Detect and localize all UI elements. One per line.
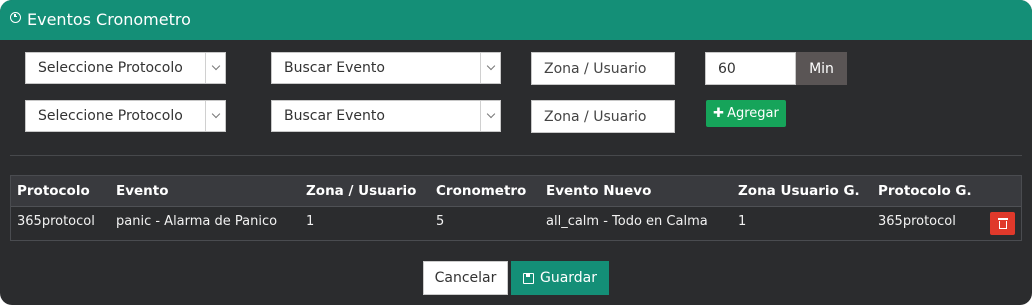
trash-icon [997, 218, 1008, 220]
event-select-1[interactable]: Buscar Evento [271, 52, 501, 84]
cancel-button[interactable]: Cancelar [423, 261, 508, 295]
cell-cronometro: 5 [436, 214, 445, 229]
divider [10, 155, 1022, 156]
chevron-down-icon[interactable] [205, 101, 225, 131]
cell-evento-nuevo: all_calm - Todo en Calma [546, 214, 708, 229]
zone-user-input-1-placeholder: Zona / Usuario [544, 60, 647, 77]
cancel-button-label: Cancelar [434, 270, 497, 286]
chevron-down-icon[interactable] [205, 53, 225, 83]
clock-icon [10, 11, 21, 23]
protocol-select-2-value: Seleccione Protocolo [38, 108, 183, 124]
column-header-protocolo-g: Protocolo G. [878, 183, 972, 199]
save-icon [522, 272, 534, 284]
cell-protocolo-g: 365protocol [878, 214, 956, 229]
add-button[interactable]: ✚ Agregar [706, 100, 786, 127]
minutes-input[interactable]: 60 [705, 52, 796, 85]
protocol-select-1[interactable]: Seleccione Protocolo [25, 52, 226, 84]
delete-row-button[interactable] [990, 212, 1015, 235]
cell-evento: panic - Alarma de Panico [116, 214, 278, 229]
save-button[interactable]: Guardar [511, 261, 609, 295]
modal-header: Eventos Cronometro [0, 0, 1032, 40]
add-button-label: Agregar [727, 106, 779, 121]
zone-user-input-2[interactable]: Zona / Usuario [531, 100, 675, 133]
column-header-zona-usuario-g: Zona Usuario G. [738, 183, 860, 199]
column-header-protocolo: Protocolo [17, 183, 90, 199]
minutes-input-value: 60 [718, 60, 736, 77]
chevron-down-icon[interactable] [480, 53, 500, 83]
eventos-cronometro-modal: Eventos Cronometro Seleccione Protocolo … [0, 0, 1032, 305]
event-select-2-value: Buscar Evento [284, 108, 385, 124]
cell-zona-usuario: 1 [306, 214, 315, 229]
cell-protocolo: 365protocol [17, 214, 95, 229]
trash-icon-body [998, 221, 1007, 229]
column-header-evento-nuevo: Evento Nuevo [546, 183, 652, 199]
event-select-1-value: Buscar Evento [284, 60, 385, 76]
minutes-addon: Min [796, 52, 847, 85]
zone-user-input-1[interactable]: Zona / Usuario [531, 52, 675, 85]
table-header: Protocolo Evento Zona / Usuario Cronomet… [11, 176, 1021, 207]
zone-user-input-2-placeholder: Zona / Usuario [544, 108, 647, 125]
protocol-select-1-value: Seleccione Protocolo [38, 60, 183, 76]
event-select-2[interactable]: Buscar Evento [271, 100, 501, 132]
column-header-evento: Evento [116, 183, 169, 199]
column-header-cronometro: Cronometro [436, 183, 527, 199]
chevron-down-icon[interactable] [480, 101, 500, 131]
save-button-label: Guardar [539, 270, 598, 286]
protocol-select-2[interactable]: Seleccione Protocolo [25, 100, 226, 132]
cell-zona-usuario-g: 1 [738, 214, 747, 229]
modal-title: Eventos Cronometro [27, 9, 191, 29]
plus-icon: ✚ [713, 106, 725, 121]
column-header-zona-usuario: Zona / Usuario [306, 183, 417, 199]
events-table: Protocolo Evento Zona / Usuario Cronomet… [10, 175, 1022, 241]
